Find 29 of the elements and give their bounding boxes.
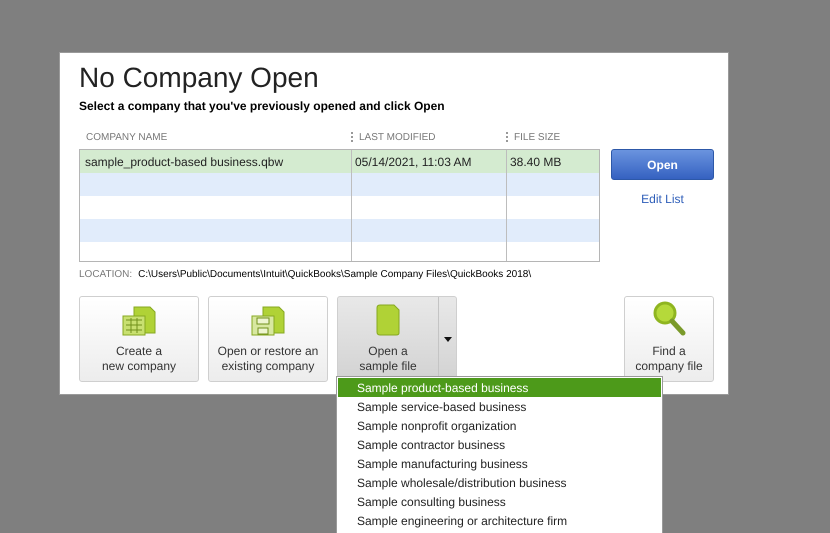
column-header: COMPANY NAME [85,130,168,144]
table-cell-text: sample_product-based business.qbw [85,154,284,170]
menu-item[interactable]: Sample manufacturing business [338,454,661,473]
magnifier-icon [651,300,687,336]
location-label: LOCATION: [79,268,132,282]
column-header: LAST MODIFIED [359,130,436,144]
floppy-disk-icon [251,306,285,336]
dialog-title: No Company Open [79,63,320,93]
menu-item[interactable]: Sample nonprofit organization [338,416,661,435]
table-cell-text: 38.40 MB [510,154,562,170]
column-header: FILE SIZE [514,130,560,144]
menu-item[interactable]: Sample wholesale/distribution business [338,473,661,492]
edit-list-link[interactable]: Edit List [641,190,684,208]
location-path: C:\Users\Public\Documents\Intuit\QuickBooks\Sample Company Files\QuickBooks 2018\ [138,268,532,282]
spreadsheet-icon [122,306,156,336]
menu-item[interactable]: Sample engineering or architecture firm [338,511,661,530]
company-row[interactable]: sample_product-based business.qbw 05/14/2021, 11:03 AM 38.40 MB [80,150,599,173]
dropdown-arrow-icon[interactable] [444,336,452,342]
open-button[interactable]: Open [611,149,714,180]
menu-item[interactable]: Sample consulting business [338,492,661,511]
action-button[interactable]: Find a company file [624,296,714,382]
table-cell-text: 05/14/2021, 11:03 AM [355,154,472,170]
menu-item[interactable]: Sample contractor business [338,435,661,454]
menu-item[interactable]: Sample service-based business [338,397,661,416]
menu-item[interactable]: Sample product-based business [338,378,661,397]
document-icon [375,304,401,336]
action-button[interactable]: Create a new company [79,296,199,382]
action-button[interactable]: Open or restore an existing company [208,296,328,382]
instruction-text: Select a company that you've previously opened and click Open [79,98,446,115]
